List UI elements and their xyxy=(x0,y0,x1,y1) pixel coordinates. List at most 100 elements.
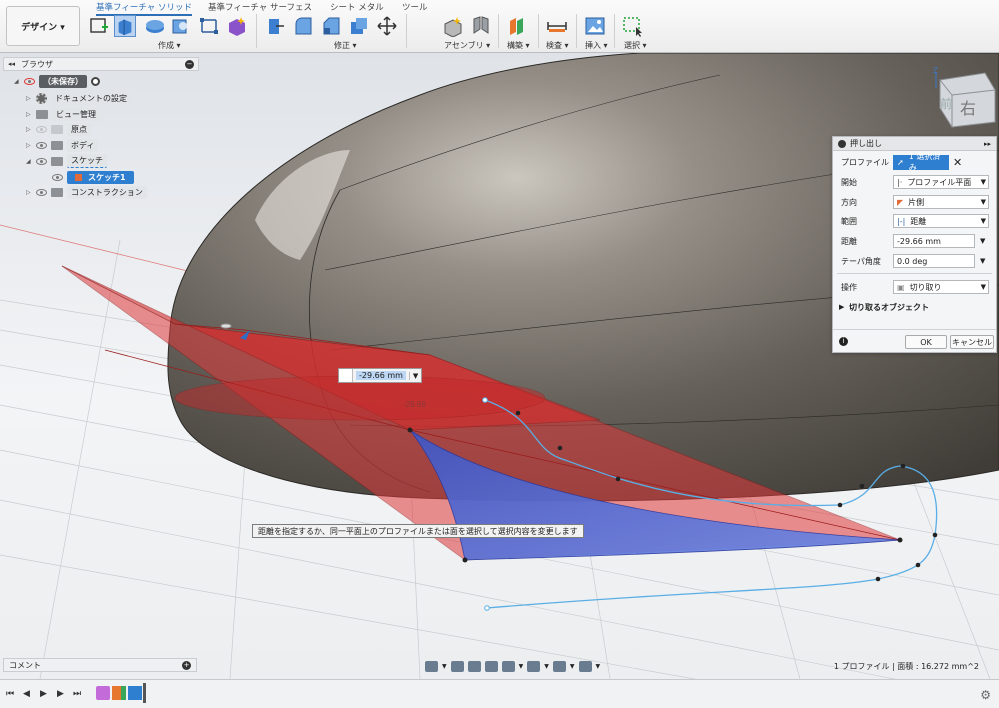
dimension-input-value[interactable]: -29.66 mm xyxy=(356,371,406,380)
tree-item-sketch1[interactable]: スケッチ1 xyxy=(52,170,134,184)
add-comment-icon[interactable]: + xyxy=(182,660,191,670)
taper-input[interactable]: 0.0 deg xyxy=(893,254,975,268)
tab-solid[interactable]: 基準フィーチャ ソリッド xyxy=(96,1,192,16)
pan-icon[interactable] xyxy=(467,660,481,672)
tab-sheet-metal[interactable]: シート メタル xyxy=(330,1,384,13)
zoom-icon[interactable] xyxy=(484,660,498,672)
expand-dialog-icon[interactable]: ▸▸ xyxy=(984,140,991,148)
extrude-icon[interactable] xyxy=(114,15,136,37)
tree-item-construction[interactable]: ▷ コンストラクション xyxy=(26,185,147,199)
timeline-form-feature-icon[interactable] xyxy=(96,686,110,700)
objects-to-cut-row[interactable]: ▶ 切り取るオブジェクト xyxy=(833,299,998,315)
chevron-down-icon[interactable]: ▼ xyxy=(980,237,985,245)
expand-icon[interactable]: ◢ xyxy=(14,78,20,85)
chevron-down-icon[interactable]: ▼ xyxy=(980,257,985,265)
loft-icon[interactable] xyxy=(198,15,220,37)
orbit-icon[interactable] xyxy=(425,660,438,672)
shell-icon[interactable] xyxy=(348,15,370,37)
timeline-settings-gear-icon[interactable]: ⚙ xyxy=(980,688,991,702)
measure-icon[interactable] xyxy=(546,15,568,37)
select-menu[interactable]: 選択 ▾ xyxy=(624,40,647,51)
operation-select[interactable]: ▣ 切り取り ▼ xyxy=(893,280,989,294)
collapse-dialog-icon[interactable] xyxy=(838,139,846,148)
create-sketch-icon[interactable] xyxy=(88,15,110,37)
inspect-menu[interactable]: 検査 ▾ xyxy=(546,40,569,51)
visibility-icon[interactable] xyxy=(36,157,47,165)
visibility-icon[interactable] xyxy=(36,188,47,196)
distance-input[interactable]: -29.66 mm xyxy=(893,234,975,248)
grid-settings-icon[interactable] xyxy=(552,660,566,672)
go-to-end-icon[interactable]: ⏭ xyxy=(73,689,83,699)
expand-icon[interactable]: ▷ xyxy=(26,95,32,102)
go-to-start-icon[interactable]: ⏮ xyxy=(6,689,16,699)
chevron-down-icon[interactable]: ▼ xyxy=(408,371,421,380)
visibility-icon[interactable] xyxy=(36,125,47,133)
visibility-icon[interactable] xyxy=(52,173,63,181)
visibility-icon[interactable] xyxy=(36,141,47,149)
assemble-menu[interactable]: アセンブリ ▾ xyxy=(444,40,490,51)
offset-plane-icon[interactable] xyxy=(507,15,529,37)
chevron-down-icon[interactable]: ▼ xyxy=(544,663,549,670)
chamfer-icon[interactable] xyxy=(320,15,342,37)
revolve-icon[interactable] xyxy=(144,15,166,37)
info-icon[interactable]: i xyxy=(839,337,848,346)
visibility-icon[interactable] xyxy=(24,77,35,85)
workspace-switcher[interactable]: デザイン ▾ xyxy=(6,6,80,46)
fit-icon[interactable] xyxy=(501,660,515,672)
expand-icon[interactable]: ▷ xyxy=(26,126,32,133)
form-icon[interactable] xyxy=(226,15,248,37)
tab-surface[interactable]: 基準フィーチャ サーフェス xyxy=(208,1,312,13)
viewcube-right-face[interactable]: 右 xyxy=(960,99,976,118)
step-forward-icon[interactable]: ▶ xyxy=(57,689,67,699)
chevron-down-icon[interactable]: ▼ xyxy=(596,663,601,670)
target-icon[interactable] xyxy=(91,76,100,86)
move-icon[interactable] xyxy=(376,15,398,37)
tab-tools[interactable]: ツール xyxy=(402,1,428,13)
ok-button[interactable]: OK xyxy=(905,335,947,349)
clear-selection-icon[interactable]: ✕ xyxy=(953,156,962,169)
joint-icon[interactable] xyxy=(470,15,492,37)
expand-icon[interactable]: ▷ xyxy=(26,189,32,196)
extent-select[interactable]: |-| 距離 ▼ xyxy=(893,214,989,228)
expand-icon[interactable]: ▶ xyxy=(839,303,844,311)
create-menu[interactable]: 作成 ▾ xyxy=(158,40,181,51)
expand-icon[interactable]: ◢ xyxy=(26,158,32,165)
comments-panel[interactable]: コメント + xyxy=(3,658,197,672)
dimension-input-box[interactable]: -29.66 mm ▼ xyxy=(338,368,423,383)
dialog-header[interactable]: 押し出し ▸▸ xyxy=(833,137,996,151)
press-pull-icon[interactable] xyxy=(264,15,286,37)
look-at-icon[interactable] xyxy=(450,660,464,672)
viewports-icon[interactable] xyxy=(578,660,592,672)
start-select[interactable]: |· プロファイル平面 ▼ xyxy=(893,175,989,189)
fillet-icon[interactable] xyxy=(292,15,314,37)
chevron-down-icon[interactable]: ▼ xyxy=(570,663,575,670)
sweep-icon[interactable] xyxy=(170,15,192,37)
step-back-icon[interactable]: ◀ xyxy=(23,689,33,699)
insert-menu[interactable]: 挿入 ▾ xyxy=(585,40,608,51)
tree-item-sketches[interactable]: ◢ スケッチ xyxy=(26,154,107,168)
chevron-down-icon[interactable]: ▼ xyxy=(519,663,524,670)
tree-item-named-views[interactable]: ▷ ビュー管理 xyxy=(26,107,100,121)
play-icon[interactable]: ▶ xyxy=(40,689,50,699)
expand-icon[interactable]: ▷ xyxy=(26,111,32,118)
chevron-down-icon[interactable]: ▼ xyxy=(442,663,447,670)
tree-item-bodies[interactable]: ▷ ボディ xyxy=(26,138,99,152)
direction-select[interactable]: ◤ 片側 ▼ xyxy=(893,195,989,209)
profile-selection-button[interactable]: ➚ 1 選択済み xyxy=(893,152,949,172)
modify-menu[interactable]: 修正 ▾ xyxy=(334,40,357,51)
tree-item-document-settings[interactable]: ▷ ドキュメントの設定 xyxy=(26,91,131,105)
timeline-marker[interactable] xyxy=(143,683,146,703)
new-component-icon[interactable] xyxy=(442,15,464,37)
expand-icon[interactable]: ▷ xyxy=(26,142,32,149)
tree-item-origin[interactable]: ▷ 原点 xyxy=(26,122,91,136)
construct-menu[interactable]: 構築 ▾ xyxy=(507,40,530,51)
timeline-sketch-feature-icon[interactable] xyxy=(128,686,142,700)
cancel-button[interactable]: キャンセル xyxy=(950,335,994,349)
viewcube-front-face[interactable]: 前 xyxy=(940,96,952,111)
display-settings-icon[interactable] xyxy=(527,660,541,672)
minimize-icon[interactable]: − xyxy=(185,59,194,69)
collapse-icon[interactable]: ◂◂ xyxy=(8,60,15,68)
timeline-plane-feature-icon[interactable] xyxy=(112,686,126,700)
window-select-icon[interactable] xyxy=(622,15,644,37)
tree-root[interactable]: ◢ （未保存） xyxy=(14,74,100,88)
